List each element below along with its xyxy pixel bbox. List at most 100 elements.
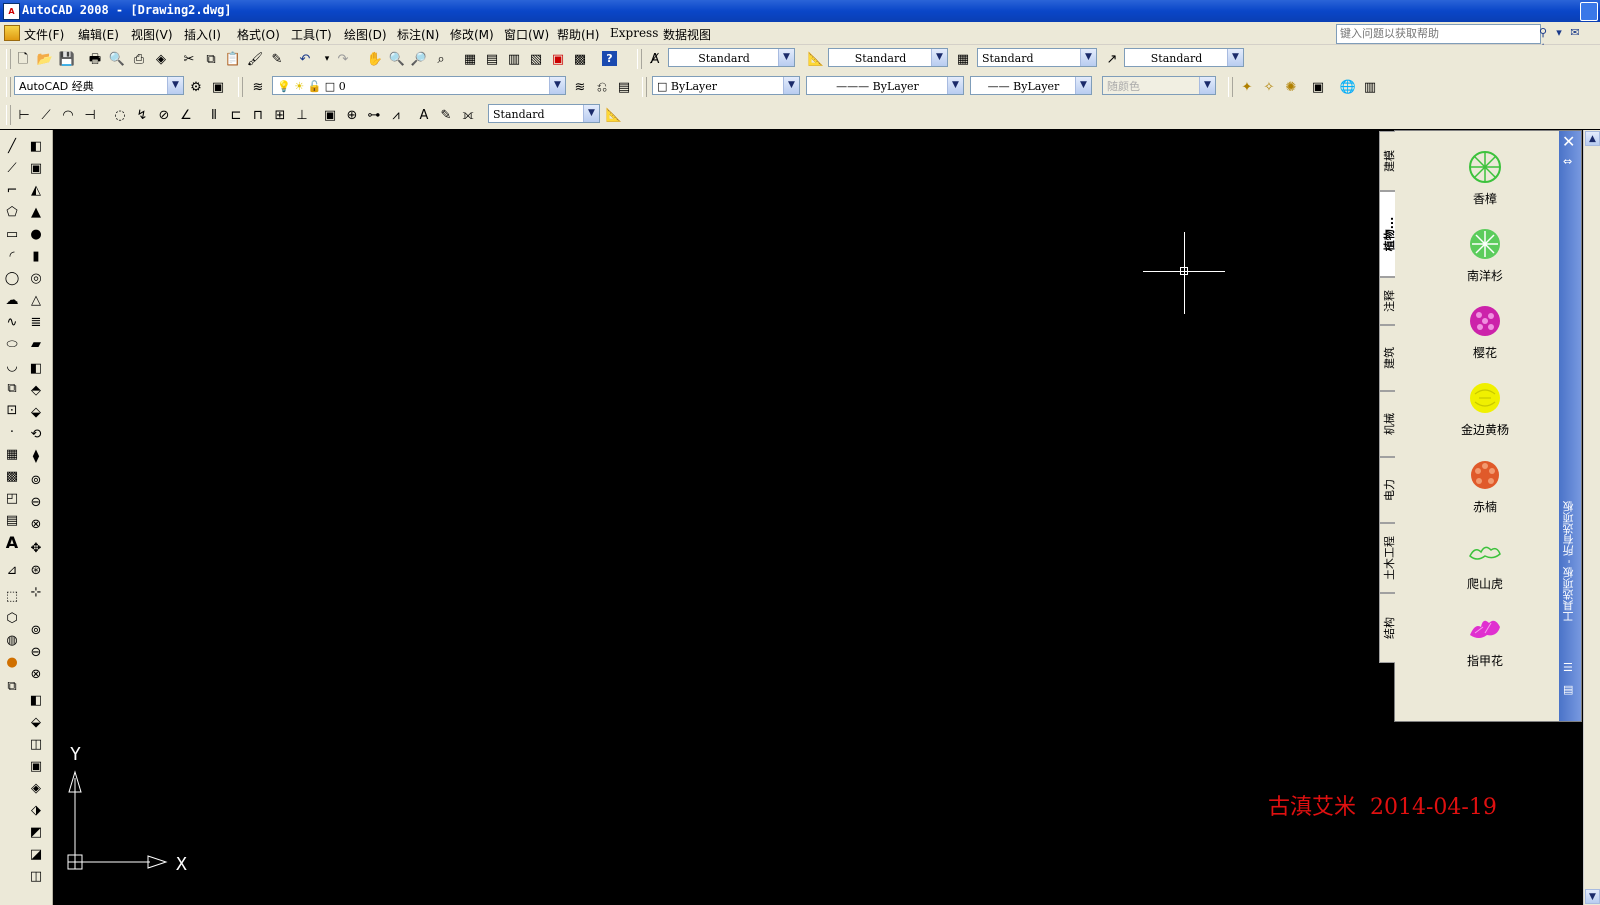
dimension-space-icon[interactable]: ⊞ <box>270 105 290 125</box>
layer-select[interactable]: 💡 ☀ 🔓 □ 0 ▼ <box>272 76 566 95</box>
continue-dimension-icon[interactable]: ⊓ <box>248 105 268 125</box>
separate-icon[interactable]: ◈ <box>26 778 46 798</box>
chevron-down-icon[interactable]: ▼ <box>167 77 183 94</box>
layer-states-icon[interactable]: ▤ <box>614 77 634 97</box>
sweep-icon[interactable]: ⬙ <box>26 402 46 422</box>
polysolid-icon[interactable]: ◧ <box>26 136 46 156</box>
tab-structural[interactable]: 结构 <box>1379 593 1396 663</box>
paste-icon[interactable]: 📋 <box>223 49 243 69</box>
arc-length-icon[interactable]: ◠ <box>58 105 78 125</box>
workspace-save-icon[interactable]: ▣ <box>208 77 228 97</box>
ellipse-icon[interactable]: ⬭ <box>2 334 22 354</box>
document-menu-icon[interactable] <box>4 25 20 41</box>
autocad-app-icon[interactable]: A <box>3 3 20 20</box>
spotlight-icon[interactable]: ✧ <box>1259 77 1279 97</box>
minimize-button[interactable] <box>1580 2 1598 21</box>
cut-icon[interactable]: ✂ <box>179 49 199 69</box>
close-icon[interactable]: ✕ <box>1562 132 1575 151</box>
revision-cloud-icon[interactable]: ☁ <box>2 290 22 310</box>
chevron-down-icon[interactable]: ▼ <box>1080 49 1096 66</box>
aligned-dimension-icon[interactable]: ⟋ <box>36 105 56 125</box>
markup-icon[interactable]: ▣ <box>548 49 568 69</box>
workspace-select[interactable]: AutoCAD 经典 ▼ <box>14 76 184 95</box>
polygon-icon[interactable]: ⬠ <box>2 202 22 222</box>
dimension-text-edit-icon[interactable]: ✎ <box>436 105 456 125</box>
insert-block-icon[interactable]: ⧉ <box>2 378 22 398</box>
tab-modeling[interactable]: 建模 <box>1379 131 1396 191</box>
chevron-down-icon[interactable]: ▼ <box>931 49 947 66</box>
linetype-select[interactable]: ——— ByLayer ▼ <box>806 76 964 95</box>
render-environment-icon[interactable]: ▥ <box>1360 77 1380 97</box>
dimension-style-manager-icon[interactable]: 📐 <box>604 105 624 125</box>
scroll-up-icon[interactable]: ▲ <box>1585 131 1600 146</box>
palette-properties-icon[interactable]: ☰ <box>1563 661 1573 674</box>
render-light-icon[interactable]: ✦ <box>1237 77 1257 97</box>
copy-icon[interactable]: ⧉ <box>201 49 221 69</box>
3d-dwf-icon[interactable]: ◈ <box>151 49 171 69</box>
jogged-linear-icon[interactable]: ⩘ <box>386 105 406 125</box>
menu-tools[interactable]: 工具(T) <box>291 26 332 43</box>
loft-icon[interactable]: ⧫ <box>26 446 46 466</box>
dropdown-arrow-icon[interactable]: ▾ <box>1552 26 1566 40</box>
pyramid-icon[interactable]: △ <box>26 290 46 310</box>
3d-rotate-icon[interactable]: ⊛ <box>26 560 46 580</box>
hatch-icon[interactable]: ▦ <box>2 444 22 464</box>
radius-dimension-icon[interactable]: ◌ <box>110 105 130 125</box>
layer-manager-icon[interactable]: ≋ <box>248 77 268 97</box>
union-icon[interactable]: ⊚ <box>26 470 46 490</box>
toolbar-grip[interactable] <box>6 105 11 125</box>
menu-file[interactable]: 文件(F) <box>24 26 64 43</box>
tool-palettes-icon[interactable]: ▥ <box>504 49 524 69</box>
layer-on-icon[interactable]: 💡 <box>277 80 291 93</box>
toolbar-grip[interactable] <box>6 49 11 69</box>
match-properties-icon[interactable]: 🖌 <box>245 49 265 69</box>
revolve-icon[interactable]: ⟲ <box>26 424 46 444</box>
menu-format[interactable]: 格式(O) <box>237 26 280 43</box>
point-icon[interactable]: · <box>2 422 22 442</box>
color-select[interactable]: □ ByLayer ▼ <box>652 76 800 95</box>
redo-icon[interactable]: ↷ <box>333 49 353 69</box>
extract-edges-icon[interactable]: ◪ <box>26 844 46 864</box>
scroll-down-icon[interactable]: ▼ <box>1585 889 1600 904</box>
properties-icon[interactable]: ▦ <box>460 49 480 69</box>
palette-title-strip[interactable]: ✕ ⇔ 工具选项板 - 所有选项板 ☰ ▤ <box>1559 131 1581 721</box>
polyline-icon[interactable]: ⌐ <box>2 180 22 200</box>
sheet-set-icon[interactable]: ▧ <box>526 49 546 69</box>
wireframe-icon[interactable]: ⬡ <box>2 608 22 628</box>
open-file-icon[interactable]: 📂 <box>35 49 55 69</box>
arc-icon[interactable]: ◜ <box>2 246 22 266</box>
subtract-icon[interactable]: ⊖ <box>26 492 46 512</box>
quick-dimension-icon[interactable]: ⫴ <box>204 105 224 125</box>
clean-icon[interactable]: ⬗ <box>26 800 46 820</box>
line-icon[interactable]: ╱ <box>2 136 22 156</box>
planar-surface-icon[interactable]: ▰ <box>26 334 46 354</box>
model-space-icon[interactable]: ⧉ <box>2 676 22 696</box>
tab-civil[interactable]: 土木工程 <box>1379 523 1396 593</box>
sphere-icon[interactable]: ● <box>26 224 46 244</box>
3d-move-icon[interactable]: ✥ <box>26 538 46 558</box>
multiline-text-icon[interactable]: A <box>2 532 22 552</box>
chevron-down-icon[interactable]: ▼ <box>1227 49 1243 66</box>
circle-icon[interactable]: ◯ <box>2 268 22 288</box>
torus-icon[interactable]: ◎ <box>26 268 46 288</box>
angular-dimension-icon[interactable]: ∠ <box>176 105 196 125</box>
sun-properties-icon[interactable]: ▣ <box>1308 77 1328 97</box>
mirror-3d-icon[interactable]: ⊖ <box>26 642 46 662</box>
inspection-icon[interactable]: ⊶ <box>364 105 384 125</box>
zoom-window-icon[interactable]: 🔎 <box>409 49 429 69</box>
baseline-dimension-icon[interactable]: ⊏ <box>226 105 246 125</box>
menu-draw[interactable]: 绘图(D) <box>344 26 387 43</box>
multileader-style-icon[interactable]: ↗ <box>1102 49 1122 69</box>
diameter-dimension-icon[interactable]: ⊘ <box>154 105 174 125</box>
construction-line-icon[interactable]: ⟋ <box>2 158 22 178</box>
menu-insert[interactable]: 插入(I) <box>184 26 221 43</box>
tab-mechanical[interactable]: 机械 <box>1379 391 1396 457</box>
dim-style-icon[interactable]: 📐 <box>806 49 826 69</box>
menu-data-view[interactable]: 数据视图 <box>663 26 711 43</box>
chevron-down-icon[interactable]: ▼ <box>583 105 599 122</box>
menu-express[interactable]: Express <box>610 26 658 40</box>
menu-dimension[interactable]: 标注(N) <box>397 26 439 43</box>
presspull-icon[interactable]: ⬘ <box>26 380 46 400</box>
text-style-select[interactable]: Standard ▼ <box>668 48 795 67</box>
tolerance-icon[interactable]: ▣ <box>320 105 340 125</box>
